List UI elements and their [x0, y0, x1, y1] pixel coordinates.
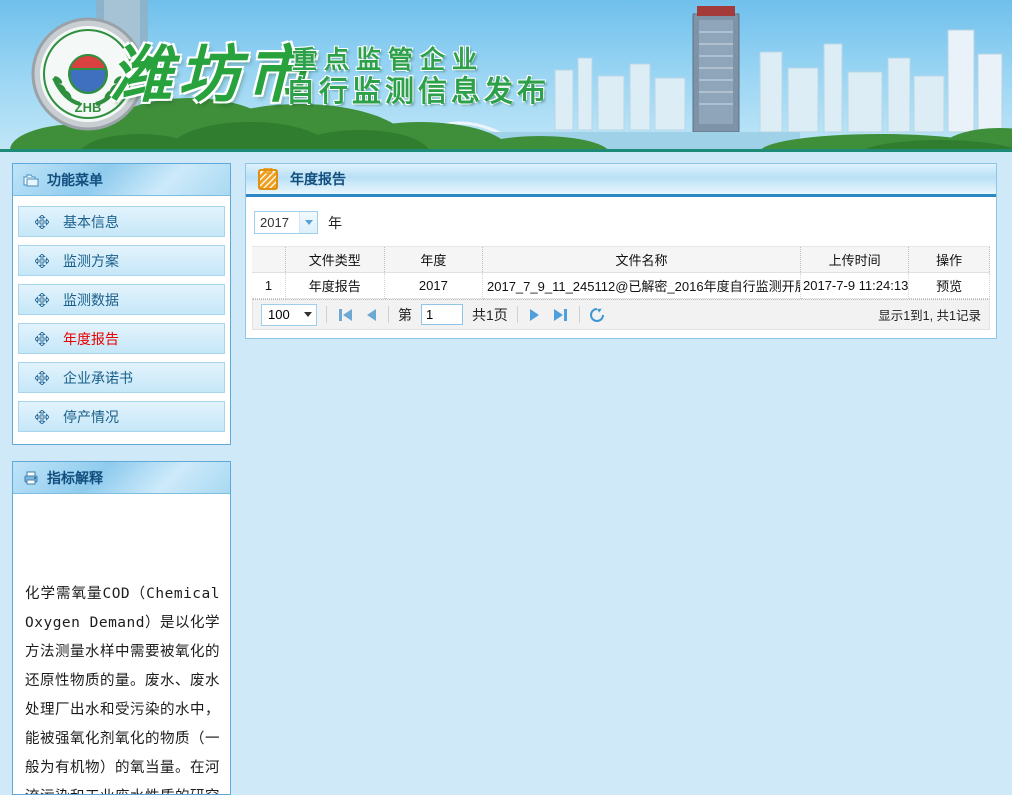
col-header-action: 操作 [909, 247, 990, 273]
function-menu-header: 功能菜单 [13, 164, 230, 196]
chevron-down-icon [304, 312, 312, 317]
last-page-icon [554, 309, 563, 321]
next-page-icon [530, 309, 539, 321]
divider [579, 306, 580, 323]
sidebar-item-label: 监测方案 [63, 251, 119, 271]
pagination-bar: 100 第 共1页 [252, 299, 990, 330]
logo-zhb-text: ZHB [75, 100, 102, 115]
banner-subtitle-line2: 自行监测信息发布 [286, 68, 550, 110]
cell-file-type: 年度报告 [285, 273, 384, 299]
page-title: 年度报告 [290, 169, 346, 189]
total-pages-label: 共1页 [472, 305, 508, 325]
col-header-year: 年度 [384, 247, 482, 273]
banner: ZHB 潍坊市 重点监管企业 自行监测信息发布 [0, 0, 1012, 152]
page-prefix-label: 第 [398, 305, 412, 325]
folder-icon [23, 172, 39, 188]
move-arrows-icon [35, 332, 49, 346]
sidebar-item-basic-info[interactable]: 基本信息 [18, 206, 225, 237]
table-header-row: 文件类型 年度 文件名称 上传时间 操作 [252, 247, 990, 273]
year-select-chevron[interactable] [299, 212, 317, 233]
page-number-input[interactable] [421, 304, 463, 325]
function-menu-title: 功能菜单 [47, 170, 103, 190]
indicator-title: 指标解释 [47, 468, 103, 488]
indicator-body: 化学需氧量COD（Chemical Oxygen Demand）是以化学方法测量… [13, 494, 230, 794]
sidebar: 功能菜单 基本信息 监测方案 监测数据 [12, 163, 231, 795]
table-row: 1 年度报告 2017 2017_7_9_11_245112@已解密_2016年… [252, 273, 990, 299]
last-page-button[interactable] [551, 309, 570, 321]
prev-page-icon [367, 309, 376, 321]
prev-page-button[interactable] [364, 309, 379, 321]
clipboard-icon [258, 168, 278, 190]
preview-link[interactable]: 预览 [936, 279, 962, 294]
indicator-panel: 指标解释 化学需氧量COD（Chemical Oxygen Demand）是以化… [12, 461, 231, 795]
sidebar-item-label: 停产情况 [63, 407, 119, 427]
first-page-button[interactable] [336, 309, 355, 321]
page-size-select[interactable]: 100 [261, 304, 317, 326]
sidebar-item-annual-report[interactable]: 年度报告 [18, 323, 225, 354]
next-page-button[interactable] [527, 309, 542, 321]
main-panel: 年度报告 2017 年 文件类型 年度 文件名称 上传时间 操 [245, 163, 997, 339]
banner-city-title: 潍坊市 [110, 24, 314, 114]
chevron-down-icon [305, 220, 313, 225]
sidebar-item-monitoring-plan[interactable]: 监测方案 [18, 245, 225, 276]
divider [388, 306, 389, 323]
sidebar-item-monitoring-data[interactable]: 监测数据 [18, 284, 225, 315]
refresh-icon[interactable] [589, 307, 605, 323]
printer-icon [23, 470, 39, 486]
sidebar-item-commitment-letter[interactable]: 企业承诺书 [18, 362, 225, 393]
function-menu-panel: 功能菜单 基本信息 监测方案 监测数据 [12, 163, 231, 445]
col-header-upload-time: 上传时间 [801, 247, 909, 273]
indicator-header: 指标解释 [13, 462, 230, 494]
record-summary: 显示1到1, 共1记录 [878, 305, 981, 324]
divider [326, 306, 327, 323]
sidebar-item-label: 监测数据 [63, 290, 119, 310]
col-header-file-name: 文件名称 [483, 247, 801, 273]
move-arrows-icon [35, 293, 49, 307]
move-arrows-icon [35, 410, 49, 424]
divider [517, 306, 518, 323]
move-arrows-icon [35, 254, 49, 268]
sidebar-item-shutdown-status[interactable]: 停产情况 [18, 401, 225, 432]
col-header-file-type: 文件类型 [285, 247, 384, 273]
cell-rownum: 1 [252, 273, 285, 299]
page-size-value: 100 [262, 307, 300, 322]
indicator-cod-text: 化学需氧量COD（Chemical Oxygen Demand）是以化学方法测量… [25, 580, 220, 794]
move-arrows-icon [35, 215, 49, 229]
sidebar-item-label: 企业承诺书 [63, 368, 133, 388]
main-content: 2017 年 文件类型 年度 文件名称 上传时间 操作 [246, 197, 996, 330]
cell-year: 2017 [384, 273, 482, 299]
first-page-icon [339, 309, 342, 321]
cell-action: 预览 [909, 273, 990, 299]
year-select-value: 2017 [255, 215, 299, 230]
year-select[interactable]: 2017 [254, 211, 318, 234]
move-arrows-icon [35, 371, 49, 385]
main-header: 年度报告 [246, 164, 996, 197]
year-unit-label: 年 [328, 213, 342, 233]
sidebar-item-label: 年度报告 [63, 329, 119, 349]
annual-report-table: 文件类型 年度 文件名称 上传时间 操作 1 年度报告 2017 2017_7_… [252, 246, 990, 299]
col-header-rownum [252, 247, 285, 273]
function-menu-body: 基本信息 监测方案 监测数据 年度报告 [13, 196, 230, 444]
sidebar-item-label: 基本信息 [63, 212, 119, 232]
cell-file-name: 2017_7_9_11_245112@已解密_2016年度自行监测开展情况年 [483, 273, 801, 299]
cell-upload-time: 2017-7-9 11:24:13 [801, 273, 909, 299]
